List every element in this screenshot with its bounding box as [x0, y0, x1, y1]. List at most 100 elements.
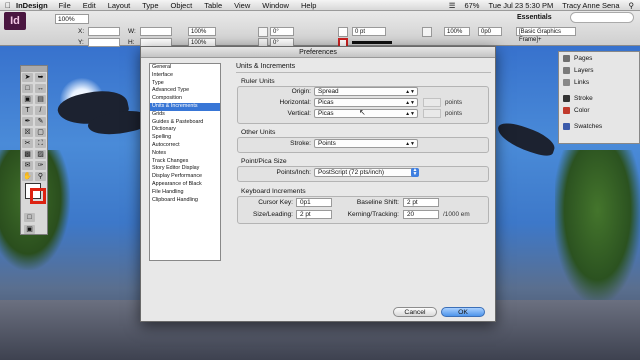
category-guides-pasteboard[interactable]: Guides & Pasteboard: [150, 119, 220, 127]
fill-swatch-icon[interactable]: [338, 27, 348, 37]
size-leading-field[interactable]: 2 pt: [296, 210, 332, 219]
preferences-dialog: Preferences General Interface Type Advan…: [140, 46, 496, 322]
origin-select[interactable]: Spread ▲▼: [314, 87, 418, 96]
panel-links[interactable]: Links: [559, 76, 639, 88]
pen-tool-icon[interactable]: ✒: [22, 117, 33, 126]
selection-tool-icon[interactable]: ➤: [22, 73, 33, 82]
note-tool-icon[interactable]: ✉: [22, 161, 33, 170]
x-label: X:: [78, 28, 85, 35]
scissors-tool-icon[interactable]: ✂: [22, 139, 33, 148]
panel-links-label: Links: [574, 78, 590, 86]
category-appearance-of-black[interactable]: Appearance of Black: [150, 181, 220, 189]
menu-view[interactable]: View: [234, 1, 250, 10]
wifi-icon[interactable]: ☰: [449, 1, 456, 10]
stroke-value: Points: [318, 140, 336, 147]
effects-icon[interactable]: [422, 27, 432, 37]
user-name[interactable]: Tracy Anne Sena: [562, 1, 619, 10]
category-type[interactable]: Type: [150, 80, 220, 88]
baseline-shift-field[interactable]: 2 pt: [403, 198, 439, 207]
panel-color[interactable]: Color: [559, 104, 639, 116]
search-icon[interactable]: ⚲: [629, 1, 635, 10]
y-field[interactable]: [88, 38, 120, 47]
category-interface[interactable]: Interface: [150, 72, 220, 80]
rectangle-frame-tool-icon[interactable]: ☒: [22, 128, 33, 137]
stroke-weight-field[interactable]: 0 pt: [352, 27, 386, 36]
category-spelling[interactable]: Spelling: [150, 134, 220, 142]
gap-tool-icon[interactable]: ↔: [35, 84, 46, 93]
category-grids[interactable]: Grids: [150, 111, 220, 119]
direct-selection-tool-icon[interactable]: ➥: [35, 73, 46, 82]
category-notes[interactable]: Notes: [150, 150, 220, 158]
dialog-title: Preferences: [141, 47, 495, 58]
category-file-handling[interactable]: File Handling: [150, 189, 220, 197]
category-autocorrect[interactable]: Autocorrect: [150, 142, 220, 150]
gradient-feather-tool-icon[interactable]: ▨: [35, 150, 46, 159]
kerning-tracking-field[interactable]: 20: [403, 210, 439, 219]
content-placer-icon[interactable]: ▤: [35, 95, 46, 104]
stroke-swatch[interactable]: [30, 188, 46, 204]
category-dictionary[interactable]: Dictionary: [150, 126, 220, 134]
cancel-button[interactable]: Cancel: [393, 307, 437, 317]
stroke-type-line[interactable]: [352, 41, 392, 44]
offset-field[interactable]: 0p0: [478, 27, 502, 36]
category-display-performance[interactable]: Display Performance: [150, 173, 220, 181]
menu-table[interactable]: Table: [204, 1, 222, 10]
formatting-container-icon[interactable]: □: [24, 213, 35, 222]
line-tool-icon[interactable]: /: [35, 106, 46, 115]
rectangle-tool-icon[interactable]: ▢: [35, 128, 46, 137]
chevron-updown-icon[interactable]: ▲ ▼: [411, 168, 419, 177]
menu-clock[interactable]: Tue Jul 23 5:30 PM: [488, 1, 553, 10]
panel-stroke[interactable]: Stroke: [559, 92, 639, 104]
cursor-key-field[interactable]: 0p1: [296, 198, 332, 207]
content-collector-icon[interactable]: ▣: [22, 95, 33, 104]
points-inch-select[interactable]: PostScript (72 pts/inch): [314, 168, 418, 177]
category-clipboard-handling[interactable]: Clipboard Handling: [150, 197, 220, 205]
vertical-select[interactable]: Picas ▲▼: [314, 109, 418, 118]
opacity-field[interactable]: 100%: [444, 27, 470, 36]
page-tool-icon[interactable]: □: [22, 84, 33, 93]
menu-type[interactable]: Type: [142, 1, 158, 10]
object-style-select[interactable]: [Basic Graphics Frame]+: [516, 27, 576, 43]
panel-pages[interactable]: Pages: [559, 52, 639, 64]
panel-swatches[interactable]: Swatches: [559, 120, 639, 132]
horizontal-select[interactable]: Picas ▲▼: [314, 98, 418, 107]
workspace-switcher[interactable]: Essentials: [517, 14, 552, 21]
panel-swatches-label: Swatches: [574, 122, 603, 130]
apple-icon[interactable]: : [0, 1, 16, 10]
chevron-updown-icon: ▲▼: [405, 141, 415, 147]
x-field[interactable]: [88, 27, 120, 36]
menu-file[interactable]: File: [59, 1, 71, 10]
free-transform-tool-icon[interactable]: ⛶: [35, 139, 46, 148]
zoom-field[interactable]: 100%: [55, 14, 89, 24]
menu-object[interactable]: Object: [171, 1, 193, 10]
ok-button[interactable]: OK: [441, 307, 485, 317]
scale-x-field[interactable]: 100%: [188, 27, 216, 36]
menu-edit[interactable]: Edit: [83, 1, 96, 10]
category-story-editor-display[interactable]: Story Editor Display: [150, 165, 220, 173]
gradient-tool-icon[interactable]: ▩: [22, 150, 33, 159]
category-track-changes[interactable]: Track Changes: [150, 158, 220, 166]
category-advanced-type[interactable]: Advanced Type: [150, 87, 220, 95]
rotate-icon[interactable]: [258, 27, 268, 37]
rotate-field[interactable]: 0°: [270, 27, 294, 36]
control-row: X: Y: W: H: 100% 100% 0° 0° 0 pt 100% 0p…: [0, 27, 640, 48]
zoom-tool-icon[interactable]: ⚲: [35, 172, 46, 181]
eyedropper-tool-icon[interactable]: ✑: [35, 161, 46, 170]
category-general[interactable]: General: [150, 64, 220, 72]
stroke-select[interactable]: Points ▲▼: [314, 139, 418, 148]
menu-window[interactable]: Window: [262, 1, 289, 10]
w-field[interactable]: [140, 27, 172, 36]
tools-panel-header[interactable]: [21, 66, 47, 72]
hand-tool-icon[interactable]: ✋: [22, 172, 33, 181]
menu-layout[interactable]: Layout: [108, 1, 131, 10]
pencil-tool-icon[interactable]: ✎: [35, 117, 46, 126]
app-menu[interactable]: InDesign: [16, 1, 48, 10]
menu-help[interactable]: Help: [301, 1, 316, 10]
help-search-input[interactable]: [570, 12, 634, 23]
type-tool-icon[interactable]: T: [22, 106, 33, 115]
category-composition[interactable]: Composition: [150, 95, 220, 103]
screen-mode-icon[interactable]: ▣: [24, 225, 35, 234]
panel-layers[interactable]: Layers: [559, 64, 639, 76]
battery-status[interactable]: 67%: [464, 1, 479, 10]
category-units-increments[interactable]: Units & Increments: [150, 102, 220, 111]
